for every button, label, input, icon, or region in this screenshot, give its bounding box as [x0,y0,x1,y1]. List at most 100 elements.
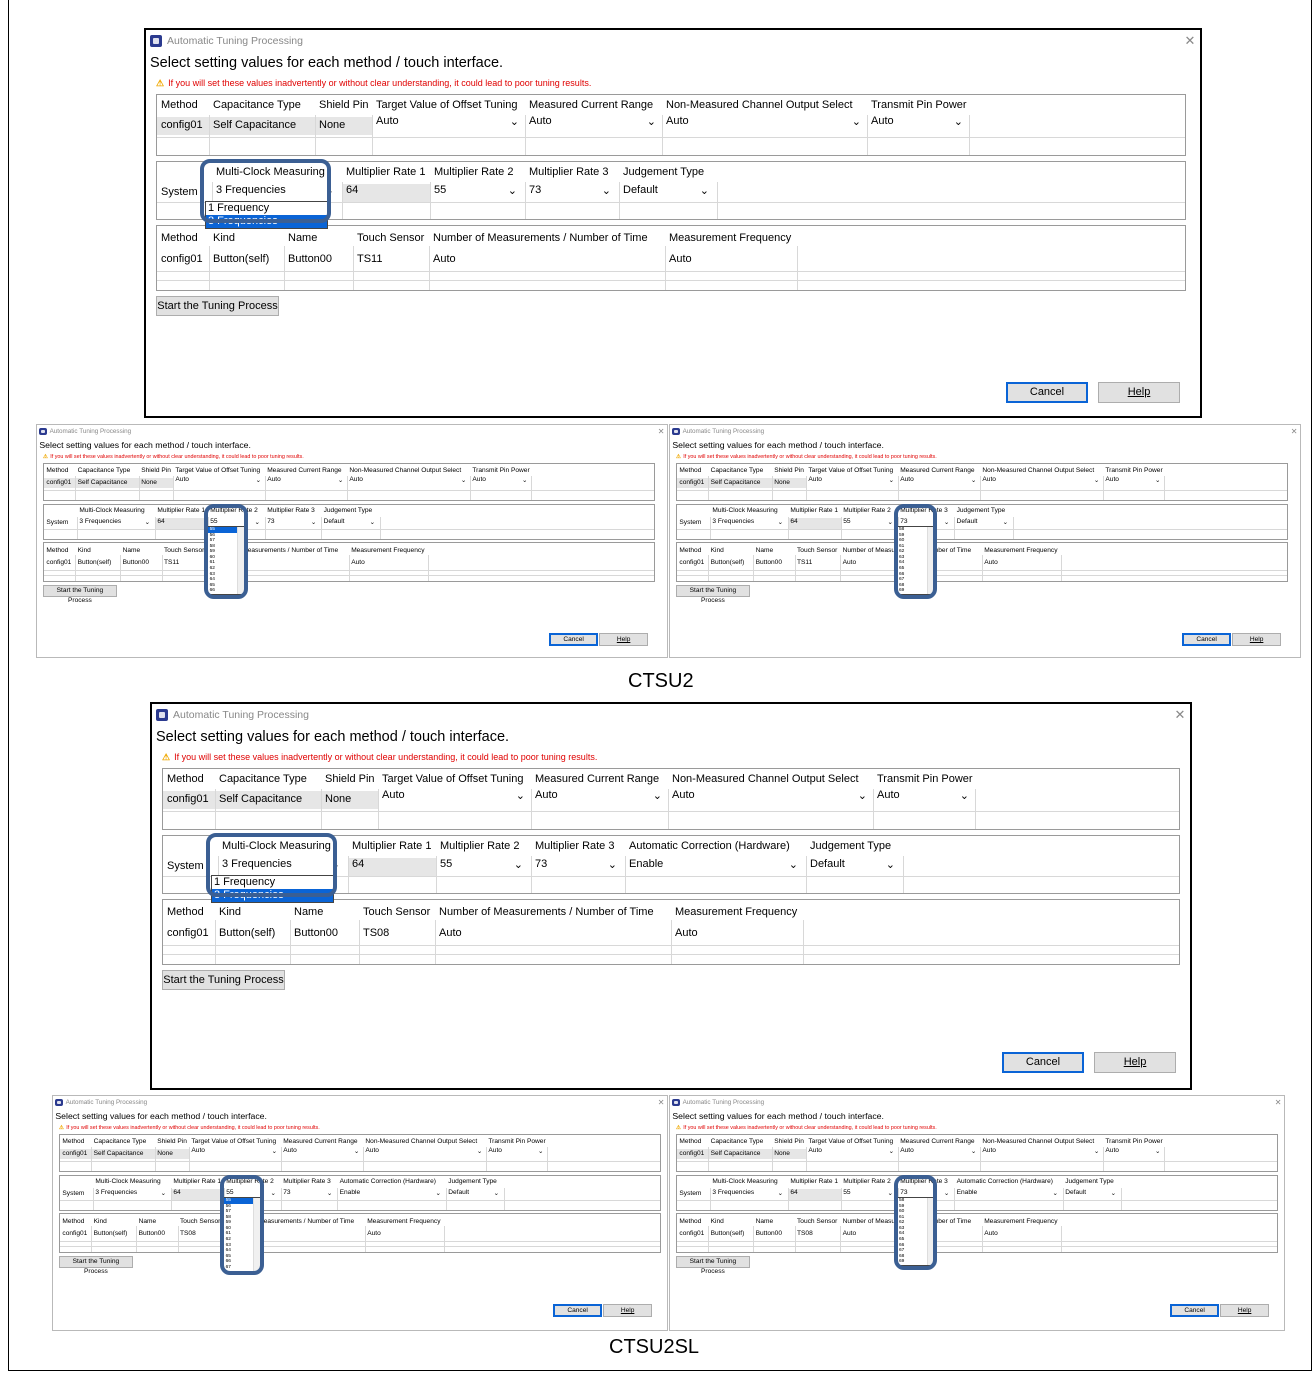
nonmeasured-output-select[interactable]: Auto ⌄ [982,1147,1099,1155]
cancel-button[interactable]: Cancel [549,633,599,646]
cancel-button[interactable]: Cancel [553,1304,603,1317]
warning-message: If you will set these values inadvertent… [50,453,304,460]
chevron-down-icon: ⌄ [160,1189,167,1197]
close-icon[interactable]: ✕ [1180,30,1200,52]
column-divider [161,555,163,582]
multiplier-rate-2-select[interactable]: 55 ⌄ [843,518,893,526]
chevron-down-icon: ⌄ [652,790,662,802]
multiclock-select[interactable]: 3 Frequencies ⌄ [712,518,783,526]
chevron-down-icon: ⌄ [270,1189,276,1197]
column-divider [625,856,626,893]
column-header: Transmit Pin Power [871,99,967,111]
judgement-type-select[interactable]: Default ⌄ [324,518,376,526]
auto-correction-select[interactable]: Enable ⌄ [957,1189,1058,1197]
chevron-down-icon: ⌄ [1093,477,1100,485]
judgement-type-select[interactable]: Default ⌄ [448,1188,499,1197]
judgement-type-select[interactable]: Default ⌄ [957,518,1009,526]
column-header: Judgement Type [956,506,1006,514]
multiclock-select[interactable]: 3 Frequencies ⌄ [95,1189,167,1197]
column-header: Multi-Clock Measuring [712,1177,778,1185]
column-header: Measured Current Range [900,1137,975,1145]
close-icon[interactable]: ✕ [655,1096,667,1109]
column-divider [531,856,532,893]
transmit-power-select[interactable]: Auto ⌄ [877,789,969,802]
transmit-power-select[interactable]: Auto ⌄ [1105,476,1160,484]
start-tuning-button[interactable]: Start the Tuning Process [156,296,279,316]
multiplier-rate-2-select[interactable]: 55 ⌄ [440,858,523,871]
multiplier-rate-3-select[interactable]: 73 ⌄ [267,518,316,526]
auto-correction-select[interactable]: Enable ⌄ [340,1189,441,1197]
current-range-select[interactable]: Auto ⌄ [900,476,976,484]
offset-tuning-select[interactable]: Auto ⌄ [382,789,525,802]
current-range-select[interactable]: Auto ⌄ [529,115,656,128]
warning-text: ⚠ If you will set these values inadverten… [676,454,937,460]
transmit-power-select[interactable]: Auto ⌄ [871,115,963,128]
start-tuning-button[interactable]: Start the Tuning Process [162,970,285,990]
multiclock-select[interactable]: 3 Frequencies ⌄ [712,1189,783,1197]
offset-tuning-select[interactable]: Auto ⌄ [808,1147,894,1155]
current-range-select[interactable]: Auto ⌄ [283,1147,359,1155]
help-button[interactable]: Help [599,633,649,646]
offset-tuning-select[interactable]: Auto ⌄ [175,476,261,484]
close-icon[interactable]: ✕ [655,425,667,438]
nonmeasured-output-select[interactable]: Auto ⌄ [672,789,867,802]
transmit-power-select[interactable]: Auto ⌄ [472,476,527,484]
help-button[interactable]: Help [603,1304,653,1317]
column-header: Touch Sensor [357,232,425,244]
cancel-button[interactable]: Cancel [1006,382,1088,403]
help-button[interactable]: Help [1094,1052,1176,1073]
select-value: Default [448,1188,470,1196]
multiplier-rate-2-select[interactable]: 55 ⌄ [843,1189,893,1197]
offset-tuning-select[interactable]: Auto ⌄ [808,476,895,485]
row-divider [157,271,1185,272]
nonmeasured-output-select[interactable]: Auto ⌄ [982,476,1100,485]
start-tuning-button[interactable]: Start the Tuning Process [676,1255,750,1275]
column-header: Measurement Frequency [984,1217,1058,1225]
select-value: Auto [871,115,894,127]
title-bar: Automatic Tuning Processing ✕ [37,425,667,438]
start-tuning-button[interactable]: Start the Tuning Process [59,1255,133,1275]
multiplier-rate-3-select[interactable]: 73 ⌄ [529,184,611,197]
column-divider [436,856,437,893]
nonmeasured-output-select[interactable]: Auto ⌄ [666,115,861,128]
nonmeasured-output-select[interactable]: Auto ⌄ [349,476,466,484]
close-icon[interactable]: ✕ [1272,1096,1284,1109]
cancel-button[interactable]: Cancel [1170,1304,1220,1317]
start-tuning-button[interactable]: Start the Tuning Process [43,584,117,604]
judgement-type-select[interactable]: Default ⌄ [623,184,709,197]
system-label: System [62,1189,85,1197]
chevron-down-icon: ⌄ [326,1189,333,1197]
offset-tuning-select[interactable]: Auto ⌄ [376,115,519,128]
column-header: Multiplier Rate 2 [434,166,514,178]
current-range-select[interactable]: Auto ⌄ [535,789,662,802]
help-button[interactable]: Help [1098,382,1180,403]
chevron-down-icon: ⌄ [888,477,895,485]
multiplier-rate-3-select[interactable]: 73 ⌄ [535,858,617,871]
cancel-button[interactable]: Cancel [1182,633,1232,646]
judgement-type-select[interactable]: Default ⌄ [1065,1189,1116,1197]
multiclock-select[interactable]: 3 Frequencies ⌄ [79,518,150,526]
help-button[interactable]: Help [1232,633,1282,646]
nonmeasured-output-select[interactable]: Auto ⌄ [365,1147,482,1155]
chevron-down-icon: ⌄ [435,1189,441,1197]
current-range-select[interactable]: Auto ⌄ [267,476,343,484]
multiplier-rate-2-select[interactable]: 55 ⌄ [434,184,517,197]
close-icon[interactable]: ✕ [1288,425,1300,438]
start-tuning-button[interactable]: Start the Tuning Process [676,584,750,604]
app-icon [156,709,168,722]
transmit-power-select[interactable]: Auto ⌄ [488,1147,543,1155]
column-divider [348,856,349,893]
select-value: 64 [790,517,798,525]
multiplier-rate-3-select[interactable]: 73 ⌄ [283,1189,333,1197]
offset-tuning-select[interactable]: Auto ⌄ [191,1147,277,1155]
column-header: Target Value of Offset Tuning [808,1137,894,1145]
multiplier-rate-1: 64 [346,184,422,196]
auto-correction-select[interactable]: Enable ⌄ [629,858,798,871]
help-button[interactable]: Help [1220,1304,1270,1317]
judgement-type-select[interactable]: Default ⌄ [810,858,895,871]
cancel-button[interactable]: Cancel [1002,1052,1084,1073]
transmit-power-select[interactable]: Auto ⌄ [1105,1147,1160,1155]
current-range-select[interactable]: Auto ⌄ [900,1147,976,1155]
close-icon[interactable]: ✕ [1170,704,1190,726]
chevron-down-icon: ⌄ [959,790,969,802]
